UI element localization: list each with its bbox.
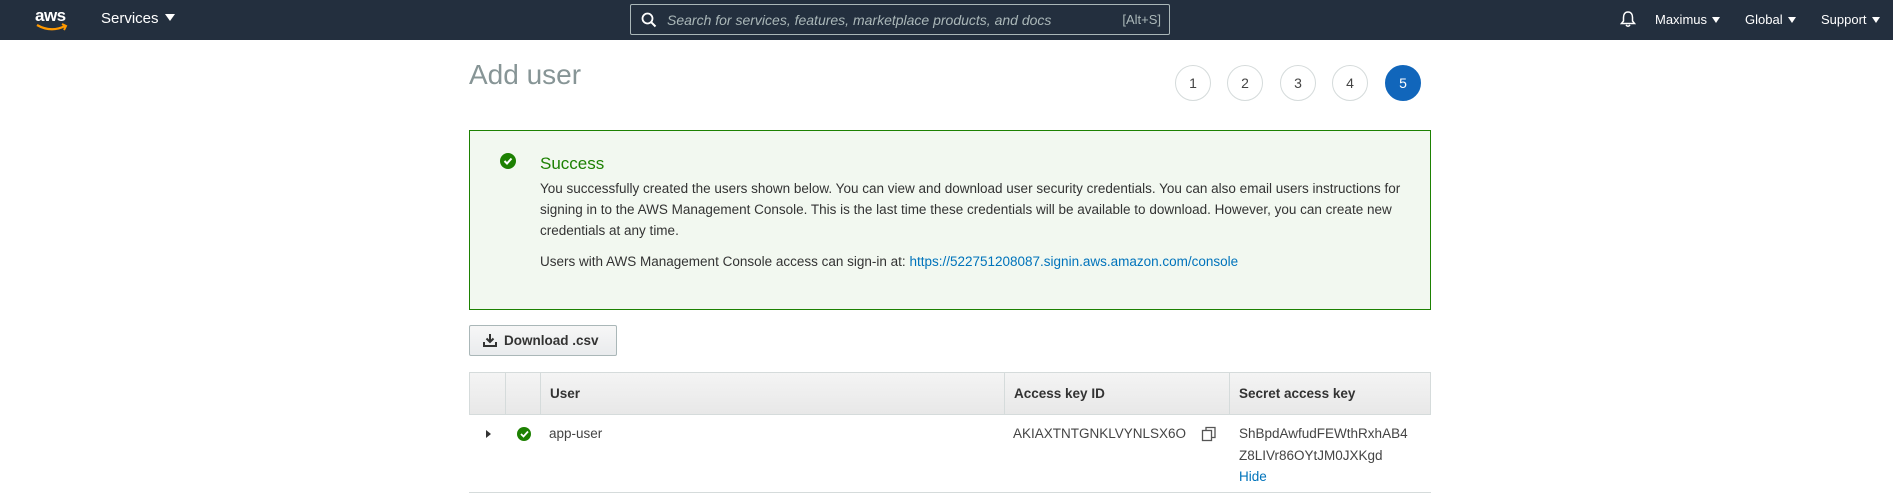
search-shortcut: [Alt+S]: [1122, 12, 1161, 27]
copy-icon[interactable]: [1201, 426, 1217, 447]
expand-row-icon[interactable]: [484, 427, 492, 445]
bell-icon[interactable]: [1619, 10, 1637, 33]
caret-down-icon: [164, 14, 175, 21]
access-key-id-value: AKIAXTNTGNKLVYNLSX6O: [1013, 426, 1187, 441]
header-access-key-id[interactable]: Access key ID: [1004, 373, 1229, 414]
step-1[interactable]: 1: [1175, 65, 1211, 101]
signin-info: Users with AWS Management Console access…: [540, 254, 1238, 269]
success-title: Success: [540, 154, 605, 173]
hide-secret-link[interactable]: Hide: [1239, 469, 1267, 484]
user-label: Maximus: [1655, 12, 1708, 27]
smile-arrow-icon: [36, 23, 68, 31]
credentials-table: User Access key ID Secret access key app…: [469, 372, 1431, 498]
aws-logo[interactable]: aws: [35, 6, 69, 34]
header-user[interactable]: User: [540, 373, 1004, 414]
services-label: Services: [101, 10, 159, 27]
search-icon: [641, 12, 657, 28]
download-label: Download .csv: [504, 333, 599, 348]
region-label: Global: [1745, 12, 1783, 27]
search-box[interactable]: [Alt+S]: [630, 4, 1170, 35]
signin-prefix: Users with AWS Management Console access…: [540, 254, 906, 269]
check-circle-icon: [500, 153, 516, 169]
table-row: app-user AKIAXTNTGNKLVYNLSX6O ShBpdAwfud…: [469, 415, 1431, 493]
support-menu[interactable]: Support: [1821, 12, 1880, 27]
secret-key-line-2: Z8LIVr86OYtJM0JXKgd: [1239, 448, 1383, 463]
step-4[interactable]: 4: [1332, 65, 1368, 101]
search-input[interactable]: [667, 5, 1087, 34]
success-message: You successfully created the users shown…: [540, 181, 1401, 238]
step-2[interactable]: 2: [1227, 65, 1263, 101]
region-menu[interactable]: Global: [1745, 12, 1796, 27]
table-header: User Access key ID Secret access key: [469, 372, 1431, 415]
header-expand-col: [470, 373, 505, 414]
download-csv-button[interactable]: Download .csv: [469, 325, 617, 356]
support-label: Support: [1821, 12, 1867, 27]
caret-down-icon: [1871, 17, 1880, 23]
status-success-icon: [517, 427, 531, 441]
services-menu[interactable]: Services: [101, 10, 175, 27]
header-secret-access-key[interactable]: Secret access key: [1229, 373, 1430, 414]
top-nav-bar: aws Services [Alt+S] Maximus Global Supp…: [0, 0, 1893, 40]
step-3[interactable]: 3: [1280, 65, 1316, 101]
user-menu[interactable]: Maximus: [1655, 12, 1721, 27]
caret-down-icon: [1712, 17, 1721, 23]
step-5-active[interactable]: 5: [1385, 65, 1421, 101]
user-name: app-user: [549, 426, 603, 441]
console-signin-link[interactable]: https://522751208087.signin.aws.amazon.c…: [909, 254, 1238, 269]
caret-down-icon: [1787, 17, 1796, 23]
secret-key-line-1: ShBpdAwfudFEWthRxhAB4: [1239, 426, 1408, 441]
success-alert: Success You successfully created the use…: [469, 130, 1431, 310]
header-status-col: [505, 373, 540, 414]
page-title: Add user: [469, 59, 582, 90]
download-icon: [483, 334, 497, 347]
